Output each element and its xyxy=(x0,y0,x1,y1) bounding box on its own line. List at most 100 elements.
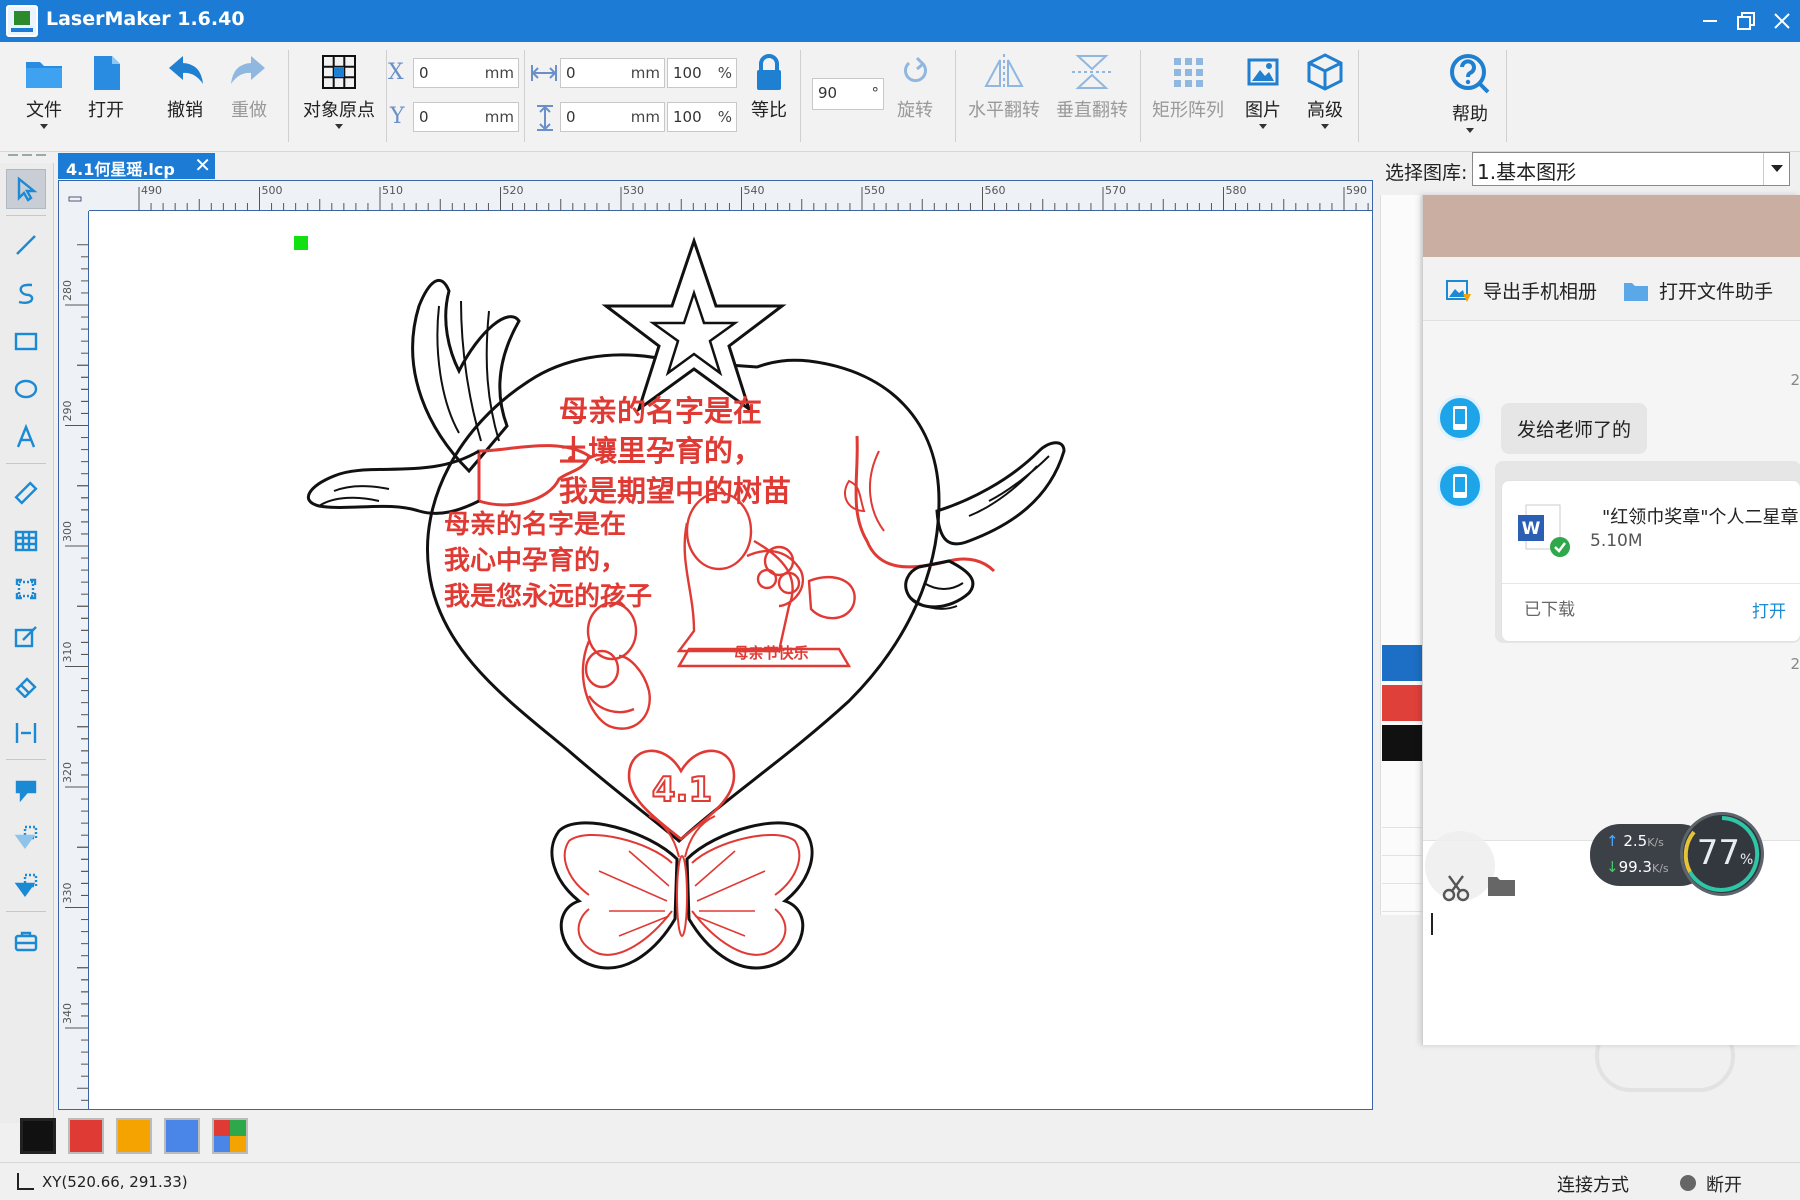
layer-color-red[interactable] xyxy=(1382,685,1422,721)
poem-block-top: 母亲的名字是在 土壤里孕育的， 我是期望中的树苗 xyxy=(559,394,791,508)
advanced-button[interactable]: 高级 xyxy=(1300,52,1350,146)
close-window-button[interactable] xyxy=(1762,6,1800,36)
design-canvas[interactable]: 490 500 510 520 530 540 550 560 570 580 590 280 290… xyxy=(58,180,1373,1110)
table-tool[interactable] xyxy=(6,521,46,561)
text-tool[interactable] xyxy=(6,417,46,457)
tab-grip xyxy=(8,154,46,156)
close-tab-icon[interactable]: ✕ xyxy=(194,153,211,177)
arrange-up-icon xyxy=(14,873,38,898)
connection-mode-label[interactable]: 连接方式 xyxy=(1557,1171,1629,1197)
line-tool[interactable] xyxy=(6,225,46,265)
file-status: 已下载 xyxy=(1524,600,1575,620)
right-dove xyxy=(844,435,1066,610)
flip-vertical-button[interactable]: 垂直翻转 xyxy=(1050,52,1134,146)
frame-tool[interactable] xyxy=(6,569,46,609)
color-swatch-black[interactable] xyxy=(20,1118,56,1154)
folder-send-icon[interactable] xyxy=(1487,873,1517,899)
origin-marker xyxy=(294,236,308,250)
scissors-icon[interactable] xyxy=(1441,873,1471,903)
ruler-label: 540 xyxy=(744,184,765,197)
image-button[interactable]: 图片 xyxy=(1238,52,1288,146)
rect-array-button[interactable]: 矩形阵列 xyxy=(1146,52,1230,146)
y-position-input[interactable]: 0 mm xyxy=(413,102,519,132)
undo-button[interactable]: 撤销 xyxy=(158,52,212,146)
library-select[interactable]: 1.基本图形 xyxy=(1472,152,1790,186)
banner-text: 母亲节快乐 xyxy=(733,644,808,662)
height-percent-input[interactable]: 100% xyxy=(667,102,737,132)
color-swatch-orange[interactable] xyxy=(116,1118,152,1154)
arrange-down-tool[interactable] xyxy=(6,817,46,857)
color-swatch-multi[interactable] xyxy=(212,1118,248,1154)
object-origin-button[interactable]: 对象原点 xyxy=(298,52,380,146)
open-file-button[interactable]: 打开 xyxy=(80,52,132,146)
cursor-coordinates: XY(520.66, 291.33) xyxy=(42,1173,188,1191)
width-arrow-icon xyxy=(531,65,557,81)
svg-text:母亲的名字是在: 母亲的名字是在 xyxy=(444,509,626,540)
tool-sidebar xyxy=(0,163,54,1123)
line-icon xyxy=(16,235,36,255)
word-doc-icon: W xyxy=(1518,504,1570,557)
ruler-label: 530 xyxy=(623,184,644,197)
chevron-down-icon xyxy=(1763,153,1789,185)
curve-tool[interactable] xyxy=(6,273,46,313)
redo-arrow-icon xyxy=(231,56,265,84)
flip-horizontal-button[interactable]: 水平翻转 xyxy=(962,52,1046,146)
height-input[interactable]: 0 mm xyxy=(560,102,665,132)
text-a-icon xyxy=(16,424,36,448)
color-swatch-red[interactable] xyxy=(68,1118,104,1154)
heart-label: 4.1 xyxy=(652,770,712,810)
redo-button[interactable]: 重做 xyxy=(222,52,276,146)
ruler-label: 520 xyxy=(503,184,524,197)
layer-color-blue[interactable] xyxy=(1382,645,1422,681)
flip-horizontal-icon xyxy=(984,54,1024,90)
status-bar: XY(520.66, 291.33) 连接方式 断开 xyxy=(0,1162,1800,1200)
chat-actions-bar: 导出手机相册 打开文件助手 xyxy=(1423,257,1800,321)
table-grid-icon xyxy=(14,530,38,552)
ruler-label: 280 xyxy=(61,280,74,301)
color-swatch-blue[interactable] xyxy=(164,1118,200,1154)
width-input[interactable]: 0 mm xyxy=(560,58,665,88)
export-album-button[interactable]: 导出手机相册 xyxy=(1445,277,1597,304)
measure-tool[interactable] xyxy=(6,473,46,513)
rotate-button[interactable]: 旋转 xyxy=(890,52,940,146)
poem-block-bottom: 母亲的名字是在 我心中孕育的， 我是您永远的孩子 xyxy=(444,509,652,612)
toolbox-tool[interactable] xyxy=(6,921,46,961)
svg-text:母亲的名字是在: 母亲的名字是在 xyxy=(559,394,762,428)
layer-color-black[interactable] xyxy=(1382,725,1422,761)
distribute-tool[interactable] xyxy=(6,713,46,753)
tab-document[interactable]: 4.1何星瑶.lcp ✕ xyxy=(58,153,215,179)
arrange-up-tool[interactable] xyxy=(6,865,46,905)
lock-ratio-button[interactable]: 等比 xyxy=(745,52,793,146)
x-position-input[interactable]: 0 mm xyxy=(413,58,519,88)
width-percent-input[interactable]: 100% xyxy=(667,58,737,88)
connection-state[interactable]: 断开 xyxy=(1706,1171,1742,1197)
file-menu-button[interactable]: 文件 xyxy=(18,52,70,146)
rotate-angle-input[interactable]: 90 ° xyxy=(812,78,884,110)
fill-tool[interactable] xyxy=(6,769,46,809)
design-area[interactable]: 母亲节快乐 4.1 母亲的名字是在 土壤里孕育的， 我是期望中的树苗 母亲的名字… xyxy=(89,211,1372,1109)
file-message-card[interactable]: W "红领巾奖章"个人二星章 5.10M 已下载 打开 xyxy=(1501,480,1800,642)
cursor-arrow-icon xyxy=(17,176,38,202)
eraser-tool[interactable] xyxy=(6,665,46,705)
minimize-button[interactable] xyxy=(1690,6,1730,36)
restore-button[interactable] xyxy=(1726,6,1766,36)
title-bar: LaserMaker 1.6.40 xyxy=(0,0,1800,42)
height-arrow-icon xyxy=(537,105,553,131)
select-tool[interactable] xyxy=(6,169,46,209)
ruler-label: 490 xyxy=(141,184,162,197)
frame-corners-icon xyxy=(15,578,37,600)
ruler-vertical: 280 290 300 310 320 330 340 xyxy=(59,211,89,1109)
ellipse-tool[interactable] xyxy=(6,369,46,409)
rectangle-tool[interactable] xyxy=(6,321,46,361)
open-file-helper-button[interactable]: 打开文件助手 xyxy=(1623,277,1773,304)
left-dove xyxy=(306,278,591,515)
library-label: 选择图库: xyxy=(1385,162,1468,184)
svg-text:我是期望中的树苗: 我是期望中的树苗 xyxy=(559,474,791,508)
help-button[interactable]: 帮助 xyxy=(1444,52,1496,146)
curve-s-icon xyxy=(18,283,34,304)
file-open-link[interactable]: 打开 xyxy=(1752,597,1786,622)
edit-node-tool[interactable] xyxy=(6,617,46,657)
phone-icon xyxy=(1453,406,1467,430)
network-speed-widget[interactable]: ↑ 2.5K/s ↓99.3K/s 77% xyxy=(1590,812,1765,896)
svg-text:W: W xyxy=(1522,519,1541,539)
